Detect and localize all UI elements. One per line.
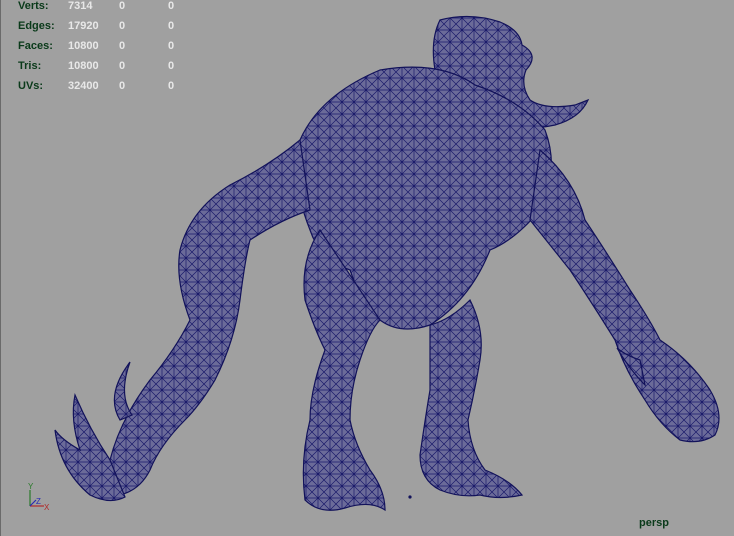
hud-value: 10800 bbox=[68, 60, 99, 72]
hud-row-uvs: UVs: 32400 0 0 bbox=[18, 80, 198, 100]
hud-row-verts: Verts: 7314 0 0 bbox=[18, 0, 198, 20]
hud-value: 0 bbox=[168, 80, 175, 92]
hud-label: Faces: bbox=[18, 40, 53, 52]
hud-value: 0 bbox=[168, 40, 175, 52]
hud-value: 0 bbox=[119, 60, 126, 72]
hud-value: 10800 bbox=[68, 40, 99, 52]
hud-label: Tris: bbox=[18, 60, 42, 72]
hud-label: Verts: bbox=[18, 0, 49, 12]
hud-value: 0 bbox=[168, 20, 175, 32]
hud-row-tris: Tris: 10800 0 0 bbox=[18, 60, 198, 80]
hud-value: 32400 bbox=[68, 80, 99, 92]
creature-right-leg bbox=[419, 298, 524, 499]
hud-value: 0 bbox=[119, 80, 126, 92]
perspective-viewport[interactable]: Verts: 7314 0 0 Edges: 17920 0 0 Faces: … bbox=[0, 0, 734, 536]
hud-value: 0 bbox=[119, 40, 126, 52]
hud-label: Edges: bbox=[18, 20, 55, 32]
creature-left-talon bbox=[113, 361, 133, 421]
hud-value: 0 bbox=[119, 20, 126, 32]
hud-value: 0 bbox=[119, 0, 126, 12]
axis-label-x: X bbox=[44, 503, 50, 512]
hud-value: 0 bbox=[168, 60, 175, 72]
hud-value: 0 bbox=[168, 0, 175, 12]
heads-up-display: Verts: 7314 0 0 Edges: 17920 0 0 Faces: … bbox=[18, 0, 198, 100]
creature-right-arm bbox=[529, 148, 720, 443]
axis-label-z: Z bbox=[36, 497, 41, 506]
creature-left-arm bbox=[108, 138, 311, 496]
hud-value: 7314 bbox=[68, 0, 93, 12]
hud-row-edges: Edges: 17920 0 0 bbox=[18, 20, 198, 40]
hud-row-faces: Faces: 10800 0 0 bbox=[18, 40, 198, 60]
axis-label-y: Y bbox=[28, 482, 34, 491]
axis-gizmo-icon: Y Z X bbox=[28, 482, 50, 512]
hud-value: 17920 bbox=[68, 20, 99, 32]
camera-name-label: persp bbox=[639, 517, 669, 529]
hud-label: UVs: bbox=[18, 80, 44, 92]
